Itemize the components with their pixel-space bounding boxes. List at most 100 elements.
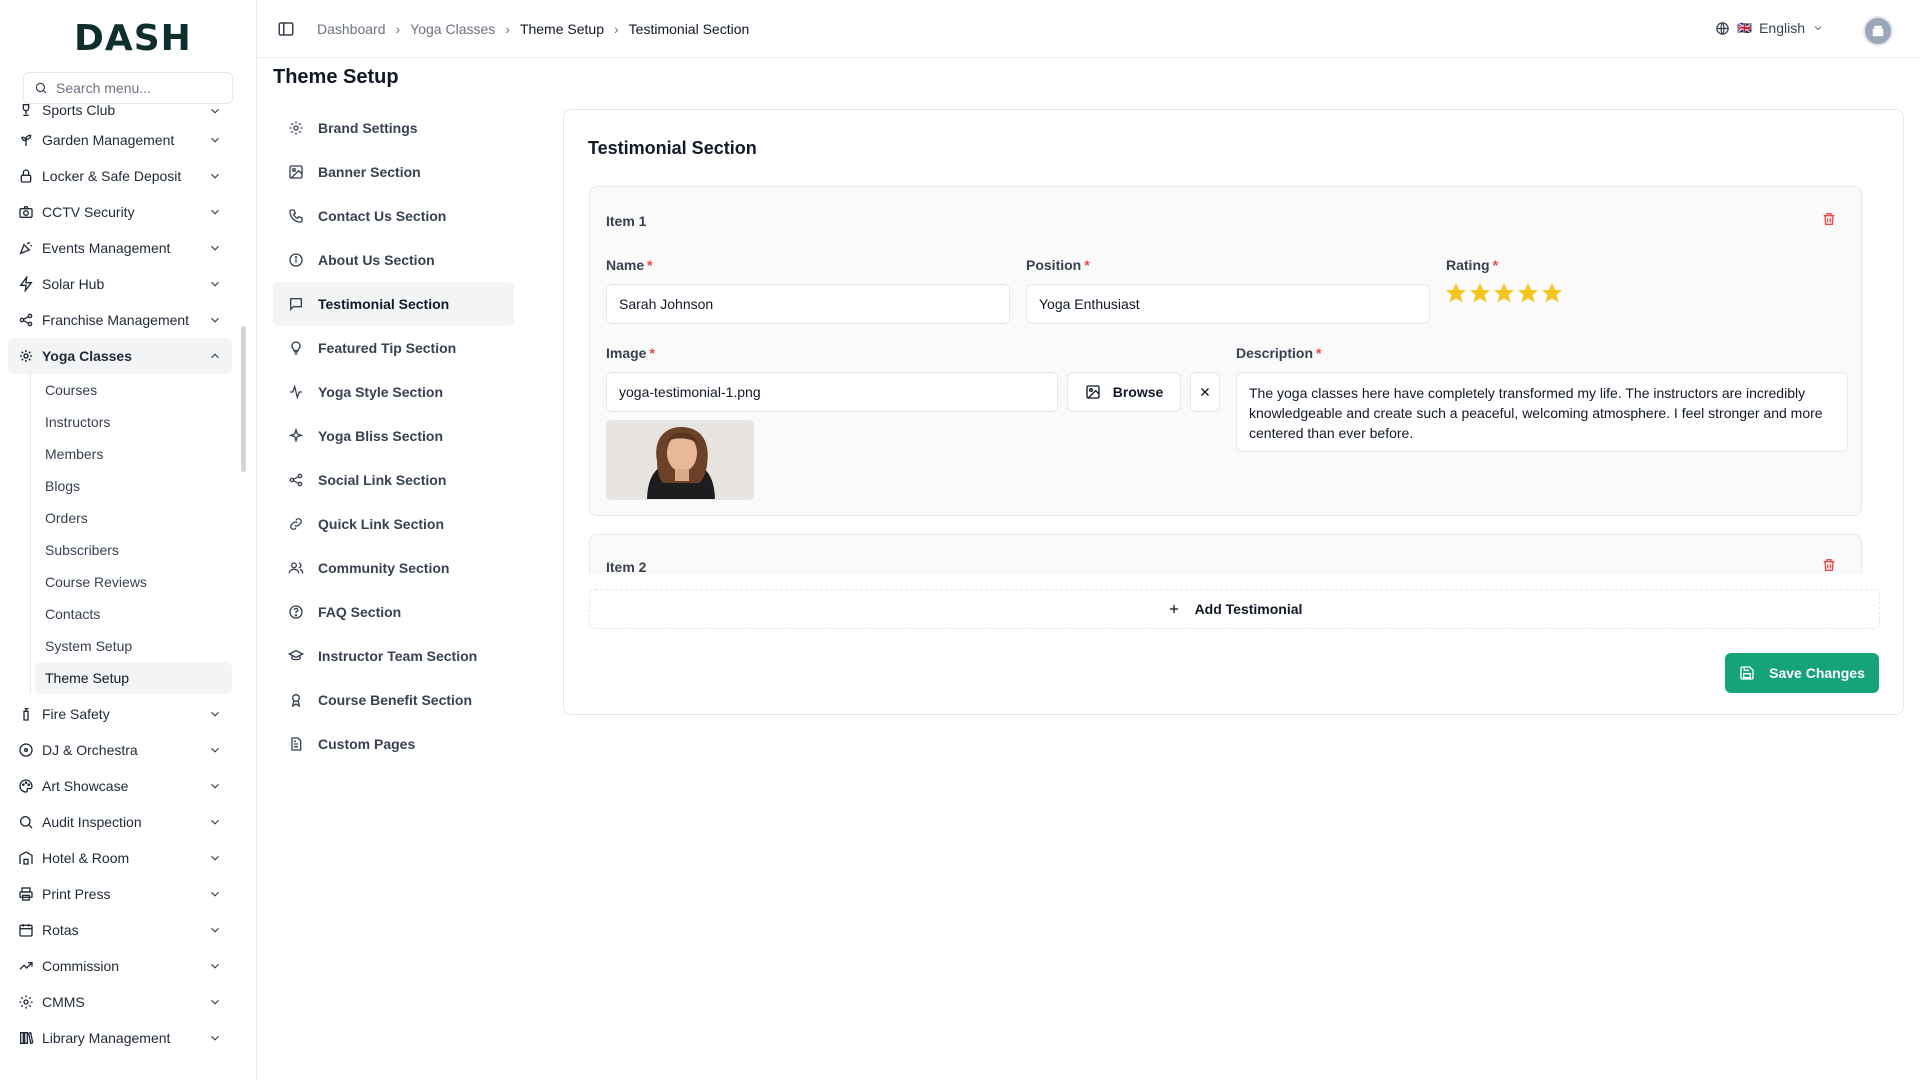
submenu-item-subscribers[interactable]: Subscribers — [35, 534, 232, 566]
settings-nav-contact-us-section[interactable]: Contact Us Section — [273, 194, 514, 238]
sidebar-item-cmms[interactable]: CMMS — [8, 984, 232, 1020]
chat-icon — [290, 298, 302, 311]
submenu-item-orders[interactable]: Orders — [35, 502, 232, 534]
submenu-item-instructors[interactable]: Instructors — [35, 406, 232, 438]
search-input[interactable] — [56, 80, 216, 96]
settings-nav-label: Community Section — [318, 560, 450, 576]
sidebar-item-yoga-classes[interactable]: Yoga Classes — [8, 338, 232, 374]
star-icon[interactable] — [1446, 283, 1466, 303]
image-filename-input[interactable]: yoga-testimonial-1.png — [606, 372, 1058, 412]
settings-nav-label: Testimonial Section — [318, 296, 450, 312]
submenu-item-course-reviews[interactable]: Course Reviews — [35, 566, 232, 598]
submenu-item-blogs[interactable]: Blogs — [35, 470, 232, 502]
settings-nav-label: FAQ Section — [318, 604, 402, 620]
sidebar-toggle-icon[interactable] — [277, 20, 295, 38]
star-icon[interactable] — [1542, 283, 1562, 303]
settings-nav-custom-pages[interactable]: Custom Pages — [273, 722, 514, 766]
submenu-item-courses[interactable]: Courses — [35, 374, 232, 406]
settings-nav-social-link-section[interactable]: Social Link Section — [273, 458, 514, 502]
sidebar-item-label: Sports Club — [42, 102, 116, 118]
sidebar-item-audit-inspection[interactable]: Audit Inspection — [8, 804, 232, 840]
sparkles-icon — [288, 428, 304, 443]
chevron-right-icon: › — [395, 20, 401, 37]
settings-nav-yoga-style-section[interactable]: Yoga Style Section — [273, 370, 514, 414]
sidebar-item-label: Commission — [42, 958, 120, 974]
star-icon[interactable] — [1470, 283, 1490, 303]
add-testimonial-button[interactable]: Add Testimonial — [589, 589, 1880, 629]
settings-nav-label: Course Benefit Section — [318, 692, 473, 708]
submenu-item-system-setup[interactable]: System Setup — [35, 630, 232, 662]
item-heading: Item 2 — [606, 559, 647, 574]
breadcrumb-yoga-classes[interactable]: Yoga Classes — [410, 21, 495, 37]
star-icon[interactable] — [1518, 283, 1538, 303]
graduation-cap-icon — [288, 649, 304, 661]
sidebar-item-label: Print Press — [42, 886, 111, 902]
submenu-item-contacts[interactable]: Contacts — [35, 598, 232, 630]
trend-icon — [19, 962, 33, 970]
settings-nav-testimonial-section[interactable]: Testimonial Section — [273, 282, 514, 326]
sidebar-item-label: Library Management — [42, 1030, 171, 1046]
settings-nav-instructor-team-section[interactable]: Instructor Team Section — [273, 634, 514, 678]
avatar[interactable] — [1863, 16, 1893, 46]
sidebar-item-hotel-room[interactable]: Hotel & Room — [8, 840, 232, 876]
sidebar-item-franchise[interactable]: Franchise Management — [8, 302, 232, 338]
sidebar-item-events[interactable]: Events Management — [8, 230, 232, 266]
sidebar-item-label: Rotas — [42, 922, 79, 938]
breadcrumb-theme-setup[interactable]: Theme Setup — [520, 21, 604, 37]
sidebar-item-label: Garden Management — [42, 132, 175, 148]
settings-nav-faq-section[interactable]: FAQ Section — [273, 590, 514, 634]
rating-stars[interactable] — [1446, 283, 1562, 303]
sidebar-item-dj-orchestra[interactable]: DJ & Orchestra — [8, 732, 232, 768]
lock-icon — [20, 169, 32, 183]
browse-button[interactable]: Browse — [1067, 372, 1181, 412]
sidebar-item-art-showcase[interactable]: Art Showcase — [8, 768, 232, 804]
chevron-down-icon — [211, 927, 219, 933]
description-label: Description * — [1236, 345, 1321, 361]
settings-nav-banner-section[interactable]: Banner Section — [273, 150, 514, 194]
settings-nav-featured-tip-section[interactable]: Featured Tip Section — [273, 326, 514, 370]
sidebar-item-rotas[interactable]: Rotas — [8, 912, 232, 948]
sidebar-item-commission[interactable]: Commission — [8, 948, 232, 984]
settings-nav-community-section[interactable]: Community Section — [273, 546, 514, 590]
submenu-item-members[interactable]: Members — [35, 438, 232, 470]
award-icon — [291, 694, 301, 708]
sidebar-scrollbar[interactable] — [241, 326, 246, 472]
clear-image-button[interactable] — [1190, 372, 1220, 412]
calendar-icon — [19, 924, 33, 937]
position-input[interactable]: Yoga Enthusiast — [1026, 284, 1430, 324]
trash-icon[interactable] — [1821, 211, 1837, 227]
share-icon — [289, 473, 303, 487]
description-textarea[interactable]: The yoga classes here have completely tr… — [1236, 372, 1848, 452]
trophy-icon — [22, 104, 30, 116]
star-icon[interactable] — [1494, 283, 1514, 303]
submenu-item-theme-setup[interactable]: Theme Setup — [35, 662, 232, 694]
sidebar-item-garden-management[interactable]: Garden Management — [8, 122, 232, 158]
sidebar-item-label: Fire Safety — [42, 706, 110, 722]
breadcrumb-dashboard[interactable]: Dashboard — [317, 21, 386, 37]
settings-nav-about-us-section[interactable]: About Us Section — [273, 238, 514, 282]
sidebar-item-cctv[interactable]: CCTV Security — [8, 194, 232, 230]
chevron-down-icon — [1814, 26, 1822, 31]
sidebar-item-fire-safety[interactable]: Fire Safety — [8, 696, 232, 732]
sidebar-item-locker[interactable]: Locker & Safe Deposit — [8, 158, 232, 194]
logo[interactable]: DASH — [74, 20, 192, 58]
language-selector[interactable]: 🇬🇧 English — [1715, 20, 1824, 36]
sidebar-item-label: Art Showcase — [42, 778, 129, 794]
settings-nav-brand-settings[interactable]: Brand Settings — [273, 106, 514, 150]
chevron-down-icon — [211, 891, 219, 897]
save-changes-button[interactable]: Save Changes — [1725, 653, 1879, 693]
settings-nav-yoga-bliss-section[interactable]: Yoga Bliss Section — [273, 414, 514, 458]
settings-nav-label: Yoga Bliss Section — [318, 428, 443, 444]
sidebar-item-library-management[interactable]: Library Management — [8, 1020, 232, 1056]
name-input[interactable]: Sarah Johnson — [606, 284, 1010, 324]
settings-nav-course-benefit-section[interactable]: Course Benefit Section — [273, 678, 514, 722]
sidebar-item-sports-club[interactable]: Sports Club — [8, 100, 232, 118]
trash-icon[interactable] — [1821, 557, 1837, 573]
sidebar-item-print-press[interactable]: Print Press — [8, 876, 232, 912]
flag-icon: 🇬🇧 — [1737, 21, 1753, 35]
save-icon — [1740, 666, 1754, 680]
sidebar-item-solar-hub[interactable]: Solar Hub — [8, 266, 232, 302]
required-mark: * — [1492, 257, 1499, 273]
settings-nav-quick-link-section[interactable]: Quick Link Section — [273, 502, 514, 546]
chevron-down-icon — [211, 999, 219, 1005]
